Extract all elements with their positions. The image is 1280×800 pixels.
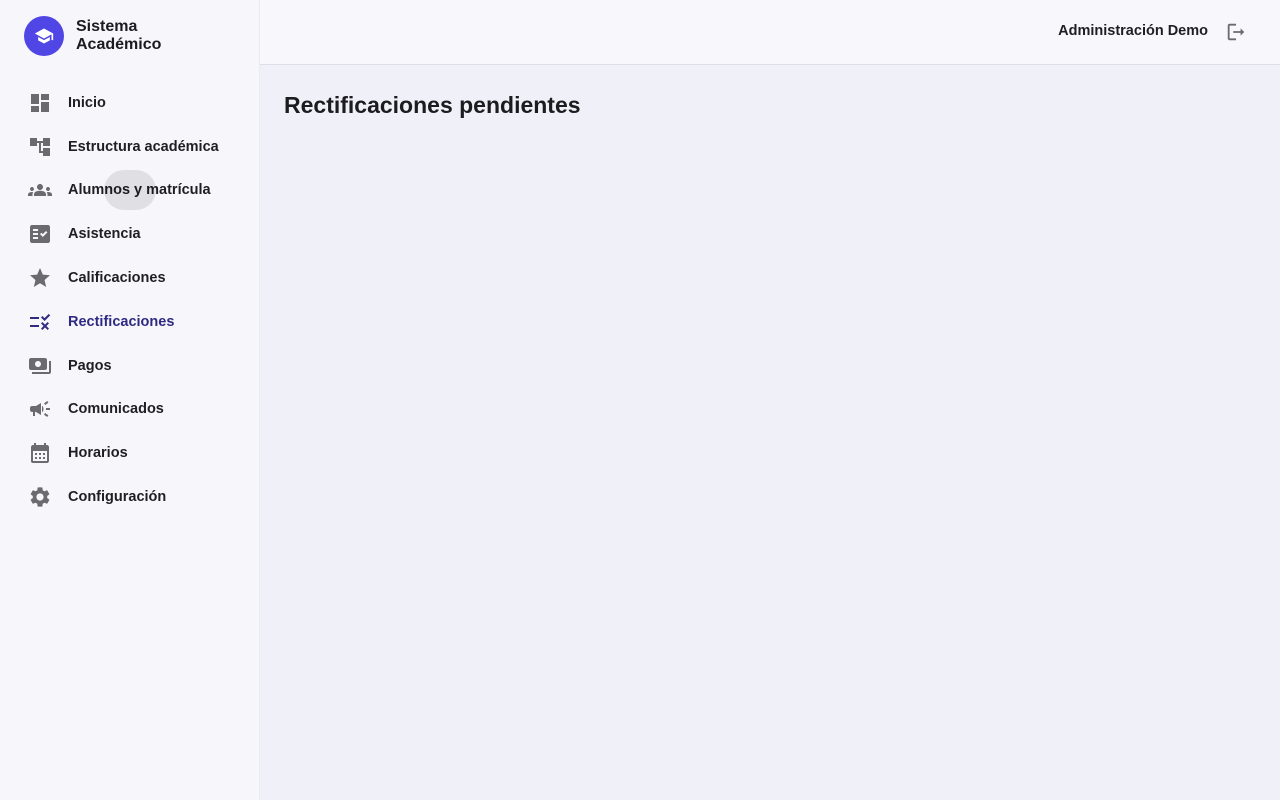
sidebar-item-pagos[interactable]: Pagos (0, 344, 260, 388)
gear-icon (28, 485, 52, 509)
sidebar-item-rectificaciones[interactable]: Rectificaciones (0, 300, 260, 344)
sidebar-item-label: Calificaciones (68, 270, 166, 287)
sidebar-item-label: Inicio (68, 94, 106, 111)
fact-check-icon (28, 222, 52, 246)
page-title: Rectificaciones pendientes (284, 92, 581, 118)
sidebar-item-label: Configuración (68, 489, 167, 506)
star-icon (28, 266, 52, 290)
dashboard-icon (28, 91, 52, 115)
sidebar-item-configuracion[interactable]: Configuración (0, 475, 260, 519)
sidebar-item-horarios[interactable]: Horarios (0, 431, 260, 475)
app-root: Sistema Académico Inicio Estructura acad… (0, 0, 1280, 800)
campaign-icon (28, 397, 52, 421)
sidebar-item-asistencia[interactable]: Asistencia (0, 212, 260, 256)
sidebar-item-label: Pagos (68, 357, 112, 374)
brand[interactable]: Sistema Académico (24, 16, 186, 56)
app-title: Sistema Académico (76, 18, 162, 53)
groups-icon (28, 178, 52, 202)
sidebar-item-label: Rectificaciones (68, 313, 175, 330)
sidebar-item-label: Horarios (68, 445, 128, 462)
graduation-cap-icon (24, 16, 64, 56)
calendar-icon (28, 441, 52, 465)
sidebar-item-alumnos-matricula[interactable]: Alumnos y matrícula (0, 169, 260, 213)
rule-icon (28, 310, 52, 334)
sidebar: Sistema Académico Inicio Estructura acad… (0, 0, 260, 800)
sidebar-item-label: Comunicados (68, 401, 164, 418)
logout-button[interactable] (1224, 20, 1248, 44)
top-bar: Administración Demo (260, 0, 1280, 65)
payments-icon (28, 354, 52, 378)
sidebar-item-label: Estructura académica (68, 138, 219, 155)
sidebar-item-comunicados[interactable]: Comunicados (0, 388, 260, 432)
main-content: Rectificaciones pendientes (260, 65, 1280, 800)
sidebar-item-calificaciones[interactable]: Calificaciones (0, 256, 260, 300)
sidebar-item-label: Alumnos y matrícula (68, 182, 211, 199)
user-name[interactable]: Administración Demo (1058, 23, 1208, 39)
sidebar-item-label: Asistencia (68, 226, 141, 243)
account-tree-icon (28, 135, 52, 159)
logout-icon (1225, 21, 1247, 43)
sidebar-nav: Inicio Estructura académica Alumnos y ma… (0, 81, 260, 519)
sidebar-item-inicio[interactable]: Inicio (0, 81, 260, 125)
sidebar-item-estructura-academica[interactable]: Estructura académica (0, 125, 260, 169)
